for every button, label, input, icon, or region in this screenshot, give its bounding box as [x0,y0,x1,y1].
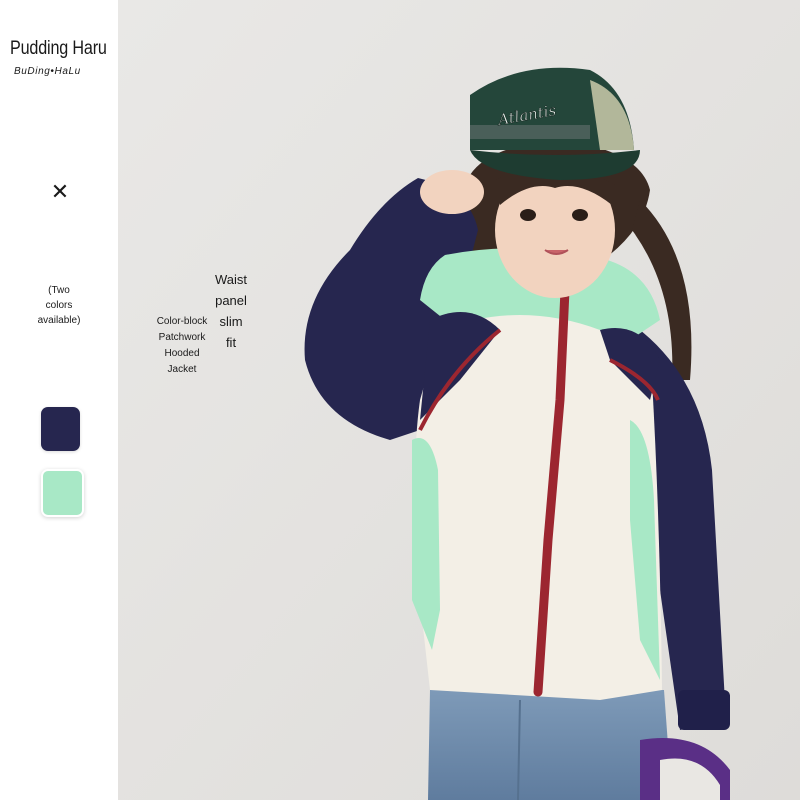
colors-available-note: (Two colors available) [22,283,96,328]
fit-description: Waist panel slim fit [206,269,256,353]
brand-name: Pudding Haru [10,38,107,59]
colors-note-line: available) [37,315,81,326]
colors-note-line: colors [45,300,73,311]
color-swatch-mint[interactable] [41,469,84,517]
product-photo: Atlantis [118,0,800,800]
close-icon[interactable]: ✕ [48,180,72,204]
fit-line: panel [215,293,247,308]
fit-line: Waist [214,272,248,287]
fit-line: slim [219,314,243,329]
product-name-line: Color-block [156,316,208,327]
brand-subtitle: BuDing•HaLu [14,66,81,77]
product-name-line: Patchwork [158,332,206,343]
left-sidebar: Pudding Haru BuDing•HaLu ✕ (Two colors a… [0,0,118,800]
color-swatch-navy[interactable] [41,407,80,451]
product-name-line: Hooded [164,348,200,359]
product-name: Color-block Patchwork Hooded Jacket [154,314,210,378]
fit-line: fit [225,335,237,350]
colors-note-line: (Two [48,285,70,296]
product-name-line: Jacket [167,364,197,375]
